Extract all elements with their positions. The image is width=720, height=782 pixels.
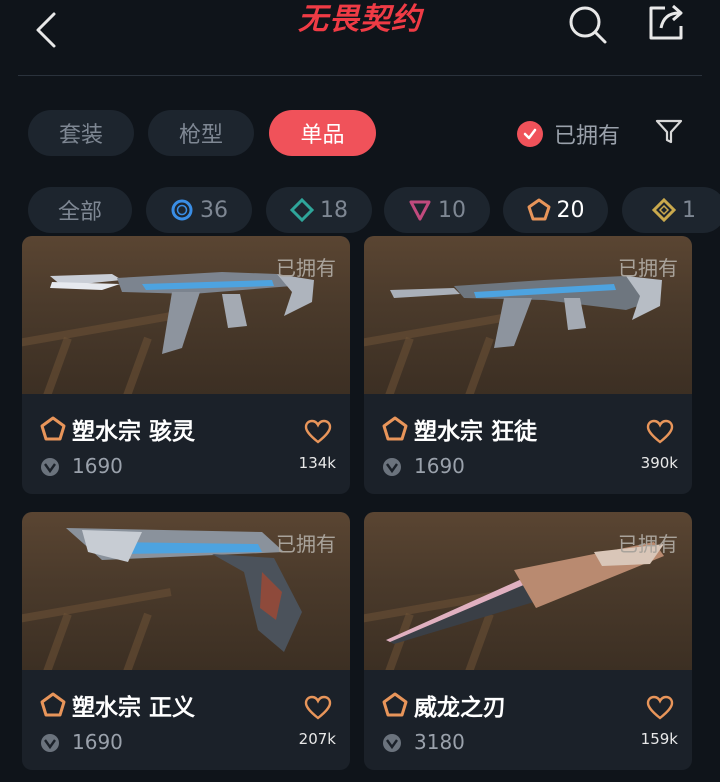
- page-title: 无畏契约: [298, 2, 422, 37]
- tab-label: 单品: [300, 123, 345, 148]
- item-name: 塑水宗 正义: [72, 695, 196, 721]
- tab-single-item[interactable]: 单品: [269, 110, 376, 156]
- tier-chip-count: 10: [438, 197, 466, 223]
- heart-icon[interactable]: [646, 695, 674, 721]
- tier-chip-pink[interactable]: 10: [384, 187, 490, 233]
- heart-icon[interactable]: [646, 419, 674, 445]
- item-image: 已拥有: [22, 512, 350, 670]
- tier-chip-blue[interactable]: 36: [146, 187, 252, 233]
- owned-filter-label: 已拥有: [554, 124, 621, 149]
- item-price: 3180: [414, 730, 465, 754]
- orange-pentagon-tier-icon: [382, 416, 408, 441]
- tier-chip-orange[interactable]: 20: [503, 187, 608, 233]
- item-name: 威龙之刃: [414, 695, 506, 721]
- tier-chip-all[interactable]: 全部: [28, 187, 132, 233]
- heart-icon[interactable]: [304, 695, 332, 721]
- orange-pentagon-tier-icon: [40, 692, 66, 717]
- check-icon: [517, 121, 543, 147]
- tier-chip-label: 全部: [57, 200, 102, 225]
- heart-icon[interactable]: [304, 419, 332, 445]
- like-count: 390k: [640, 454, 678, 472]
- item-price: 1690: [72, 454, 123, 478]
- like-count: 207k: [298, 730, 336, 748]
- like-count: 134k: [298, 454, 336, 472]
- orange-pentagon-tier-icon: [40, 416, 66, 441]
- like-count: 159k: [640, 730, 678, 748]
- tab-label: 套装: [58, 123, 103, 148]
- item-card[interactable]: 已拥有 塑水宗 正义 207k 1690: [22, 512, 350, 770]
- owned-filter-toggle[interactable]: 已拥有: [517, 117, 620, 151]
- owned-tag: 已拥有: [276, 256, 336, 280]
- tier-chip-count: 20: [556, 197, 585, 223]
- orange-pentagon-tier-icon: [382, 692, 408, 717]
- item-image: 已拥有: [22, 236, 350, 394]
- currency-coin-icon: [383, 458, 401, 476]
- item-card[interactable]: 已拥有 塑水宗 狂徒 390k 1690: [364, 236, 692, 494]
- green-diamond-tier-icon: [290, 198, 314, 222]
- orange-pentagon-tier-icon: [527, 198, 550, 221]
- tier-chip-green[interactable]: 18: [266, 187, 372, 233]
- filter-icon[interactable]: [655, 118, 683, 146]
- header-divider: [18, 75, 702, 76]
- item-image: 已拥有: [364, 236, 692, 394]
- currency-coin-icon: [41, 458, 59, 476]
- share-icon[interactable]: [645, 0, 691, 46]
- owned-tag: 已拥有: [618, 256, 678, 280]
- item-price: 1690: [414, 454, 465, 478]
- tier-chip-count: 18: [320, 197, 348, 223]
- item-card[interactable]: 已拥有 塑水宗 骇灵 134k 1690: [22, 236, 350, 494]
- tab-set[interactable]: 套装: [28, 110, 134, 156]
- pink-triangle-tier-icon: [409, 200, 431, 221]
- search-icon[interactable]: [565, 2, 609, 46]
- tab-gun-type[interactable]: 枪型: [148, 110, 254, 156]
- tier-chip-count: 36: [200, 197, 228, 223]
- blue-circle-tier-icon: [171, 199, 193, 221]
- owned-tag: 已拥有: [618, 532, 678, 556]
- item-image: 已拥有: [364, 512, 692, 670]
- tier-filter-row: 全部 36 18 10 20 1: [28, 187, 720, 233]
- top-bar: 无畏契约: [0, 0, 720, 75]
- currency-coin-icon: [383, 734, 401, 752]
- tier-chip-count: 1: [682, 197, 696, 223]
- gold-diamond-tier-icon: [652, 198, 676, 222]
- tier-chip-gold[interactable]: 1: [622, 187, 720, 233]
- tab-label: 枪型: [178, 123, 223, 148]
- currency-coin-icon: [41, 734, 59, 752]
- item-name: 塑水宗 狂徒: [414, 419, 538, 445]
- item-card[interactable]: 已拥有 威龙之刃 159k 3180: [364, 512, 692, 770]
- owned-tag: 已拥有: [276, 532, 336, 556]
- item-price: 1690: [72, 730, 123, 754]
- item-name: 塑水宗 骇灵: [72, 419, 196, 445]
